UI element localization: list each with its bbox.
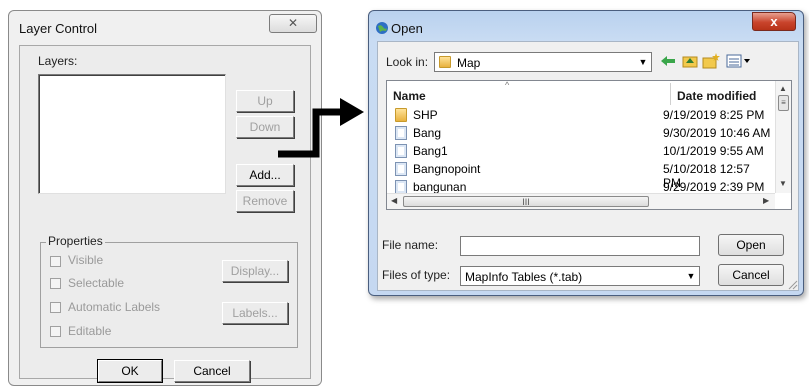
- file-name: Bang1: [413, 144, 448, 158]
- vertical-scroll-thumb[interactable]: ≡: [778, 95, 789, 111]
- file-date: 9/30/2019 10:46 AM: [663, 126, 771, 140]
- scroll-up-icon[interactable]: ▲: [779, 84, 787, 93]
- layers-list[interactable]: [38, 74, 226, 194]
- app-globe-icon: [376, 22, 388, 34]
- automatic-labels-label: Automatic Labels: [68, 300, 161, 314]
- arrow-annotation-icon: [278, 98, 364, 158]
- layer-control-close-button[interactable]: ✕: [269, 14, 317, 33]
- file-name: Bangnopoint: [413, 162, 481, 176]
- editable-checkbox[interactable]: [50, 326, 61, 337]
- open-dialog: Open x Look in: Map ▼ Name ^ Date modifi…: [368, 10, 804, 296]
- new-folder-icon[interactable]: [702, 52, 720, 70]
- files-of-type-dropdown[interactable]: MapInfo Tables (*.tab) ▼: [460, 266, 700, 286]
- column-header-date-modified[interactable]: Date modified: [677, 89, 756, 103]
- column-divider: [670, 83, 671, 105]
- sort-indicator-icon: ^: [505, 80, 510, 90]
- files-of-type-value: MapInfo Tables (*.tab): [465, 270, 583, 284]
- file-icon: [395, 144, 407, 158]
- scroll-down-icon[interactable]: ▼: [779, 179, 787, 188]
- file-name: Bang: [413, 126, 442, 140]
- open-dialog-body: Look in: Map ▼ Name ^ Date modified SHP …: [377, 41, 799, 291]
- layers-label: Layers:: [38, 54, 78, 68]
- layer-control-body: Layers: Up Down Add... Remove Properties…: [19, 45, 311, 383]
- chevron-down-icon: ▼: [686, 271, 696, 281]
- cancel-button[interactable]: Cancel: [718, 264, 784, 286]
- file-row[interactable]: SHP 9/19/2019 8:25 PM: [391, 107, 771, 124]
- file-date: 9/19/2019 8:25 PM: [663, 108, 765, 122]
- remove-button[interactable]: Remove: [236, 190, 294, 212]
- file-icon: [395, 162, 407, 176]
- scroll-right-icon[interactable]: ▶: [763, 196, 769, 205]
- cancel-button[interactable]: Cancel: [174, 360, 250, 382]
- horizontal-scrollbar[interactable]: ◀ III ▶: [387, 193, 775, 209]
- view-menu-icon[interactable]: [726, 53, 752, 69]
- resize-grip-icon[interactable]: [786, 278, 798, 290]
- folder-icon: [395, 108, 407, 122]
- display-button[interactable]: Display...: [222, 260, 288, 282]
- horizontal-scroll-thumb[interactable]: III: [403, 196, 649, 207]
- look-in-label: Look in:: [386, 55, 429, 69]
- file-name: SHP: [413, 108, 438, 122]
- file-list[interactable]: Name ^ Date modified SHP 9/19/2019 8:25 …: [386, 80, 792, 210]
- layer-control-dialog: Layer Control ✕ Layers: Up Down Add... R…: [8, 10, 322, 386]
- selectable-checkbox[interactable]: [50, 278, 61, 289]
- open-dialog-close-button[interactable]: x: [752, 12, 796, 31]
- properties-legend: Properties: [46, 234, 105, 248]
- open-button[interactable]: Open: [718, 234, 784, 256]
- vertical-scrollbar[interactable]: ▲ ≡ ▼: [775, 81, 791, 193]
- file-name-label: File name:: [382, 238, 439, 252]
- layer-control-title: Layer Control: [19, 21, 98, 36]
- scroll-left-icon[interactable]: ◀: [391, 196, 397, 205]
- look-in-dropdown[interactable]: Map ▼: [434, 52, 652, 72]
- labels-button[interactable]: Labels...: [222, 302, 288, 324]
- ok-button[interactable]: OK: [97, 359, 163, 383]
- file-name-input[interactable]: [460, 236, 700, 256]
- file-icon: [395, 180, 407, 194]
- open-dialog-title: Open: [391, 21, 423, 36]
- file-row[interactable]: Bangnopoint 5/10/2018 12:57 PM: [391, 161, 771, 190]
- visible-checkbox[interactable]: [50, 256, 61, 267]
- file-row[interactable]: Bang1 10/1/2019 9:55 AM: [391, 143, 771, 160]
- look-in-value: Map: [457, 56, 481, 70]
- column-header-name[interactable]: Name: [393, 89, 426, 103]
- selectable-label: Selectable: [68, 276, 125, 290]
- file-row[interactable]: Bang 9/30/2019 10:46 AM: [391, 125, 771, 142]
- back-arrow-icon[interactable]: [660, 54, 676, 68]
- editable-label: Editable: [68, 324, 112, 338]
- visible-label: Visible: [68, 253, 104, 267]
- automatic-labels-checkbox[interactable]: [50, 302, 61, 313]
- file-date: 10/1/2019 9:55 AM: [663, 144, 764, 158]
- file-icon: [395, 126, 407, 140]
- chevron-down-icon: ▼: [638, 57, 648, 67]
- file-name: bangunan: [413, 180, 467, 194]
- folder-icon: [439, 56, 451, 68]
- up-folder-icon[interactable]: [682, 53, 698, 69]
- files-of-type-label: Files of type:: [382, 268, 451, 282]
- file-date: 9/29/2019 2:39 PM: [663, 180, 765, 194]
